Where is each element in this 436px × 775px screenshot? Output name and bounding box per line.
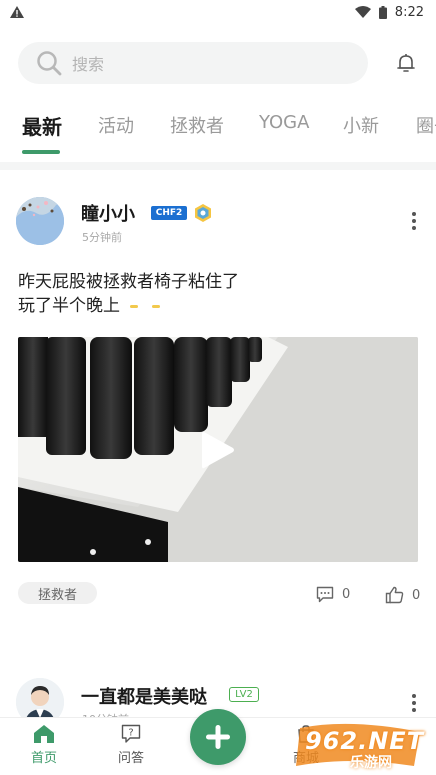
like-button[interactable]: 0 bbox=[385, 586, 420, 604]
nav-qa-label: 问答 bbox=[117, 751, 144, 766]
status-time: 8:22 bbox=[394, 4, 424, 20]
battery-icon bbox=[378, 5, 387, 19]
question-icon: ? bbox=[121, 724, 141, 743]
category-tabs: 最新 活动 拯救者 YOGA 小新 圈子 bbox=[0, 108, 436, 156]
tab-active-indicator bbox=[22, 150, 60, 154]
avatar-image bbox=[16, 197, 64, 245]
create-post-button[interactable] bbox=[190, 709, 246, 765]
post-author-name[interactable]: 一直都是美美哒 bbox=[81, 683, 207, 709]
search-input[interactable]: 搜索 bbox=[18, 42, 368, 84]
watermark-subtext: 乐游网 bbox=[350, 755, 392, 771]
more-options-icon[interactable] bbox=[411, 694, 417, 712]
post-content[interactable]: 昨天屁股被拯救者椅子粘住了 玩了半个晚上 bbox=[18, 270, 239, 318]
search-row: 搜索 bbox=[18, 42, 418, 84]
thumbs-up-icon bbox=[385, 586, 404, 604]
status-bar: 8:22 bbox=[0, 0, 436, 24]
chf-badge: CHF2 bbox=[151, 206, 187, 220]
plus-icon bbox=[206, 725, 230, 749]
tab-circle[interactable]: 圈子 bbox=[416, 112, 436, 138]
search-icon bbox=[37, 51, 62, 76]
svg-text:?: ? bbox=[128, 728, 133, 739]
emoji-sparkles-icon bbox=[130, 304, 160, 308]
nav-home[interactable]: 首页 bbox=[14, 724, 74, 766]
post-text-line2-wrap: 玩了半个晚上 bbox=[18, 294, 239, 318]
tab-xiaoxin[interactable]: 小新 bbox=[343, 112, 379, 138]
nav-qa[interactable]: ? 问答 bbox=[101, 724, 161, 766]
wifi-icon bbox=[354, 6, 371, 18]
warning-icon bbox=[10, 6, 24, 18]
post-time: 5分钟前 bbox=[82, 231, 122, 244]
comment-icon bbox=[316, 586, 334, 603]
tab-activity[interactable]: 活动 bbox=[98, 112, 134, 138]
status-indicators: 8:22 bbox=[354, 4, 424, 20]
bell-icon[interactable] bbox=[394, 51, 418, 75]
level-hexagon-icon bbox=[195, 204, 211, 222]
level-badge: LV2 bbox=[229, 687, 259, 702]
more-options-icon[interactable] bbox=[411, 212, 417, 230]
post-text-line1: 昨天屁股被拯救者椅子粘住了 bbox=[18, 272, 239, 292]
like-count: 0 bbox=[412, 587, 421, 603]
tab-yoga[interactable]: YOGA bbox=[259, 112, 309, 133]
comment-count: 0 bbox=[342, 587, 351, 602]
post-author-name[interactable]: 瞳小小 bbox=[81, 200, 135, 226]
comment-button[interactable]: 0 bbox=[316, 586, 350, 603]
section-divider bbox=[0, 162, 436, 170]
topic-tag[interactable]: 拯救者 bbox=[18, 582, 98, 604]
home-icon bbox=[34, 725, 54, 743]
play-icon[interactable] bbox=[200, 430, 236, 470]
post-text-line2: 玩了半个晚上 bbox=[18, 296, 120, 316]
tab-legion[interactable]: 拯救者 bbox=[170, 112, 224, 138]
nav-home-label: 首页 bbox=[30, 751, 57, 766]
avatar[interactable] bbox=[16, 197, 64, 245]
tab-latest[interactable]: 最新 bbox=[22, 111, 62, 140]
search-placeholder: 搜索 bbox=[72, 55, 105, 74]
watermark-text: 962.NET bbox=[305, 727, 425, 755]
